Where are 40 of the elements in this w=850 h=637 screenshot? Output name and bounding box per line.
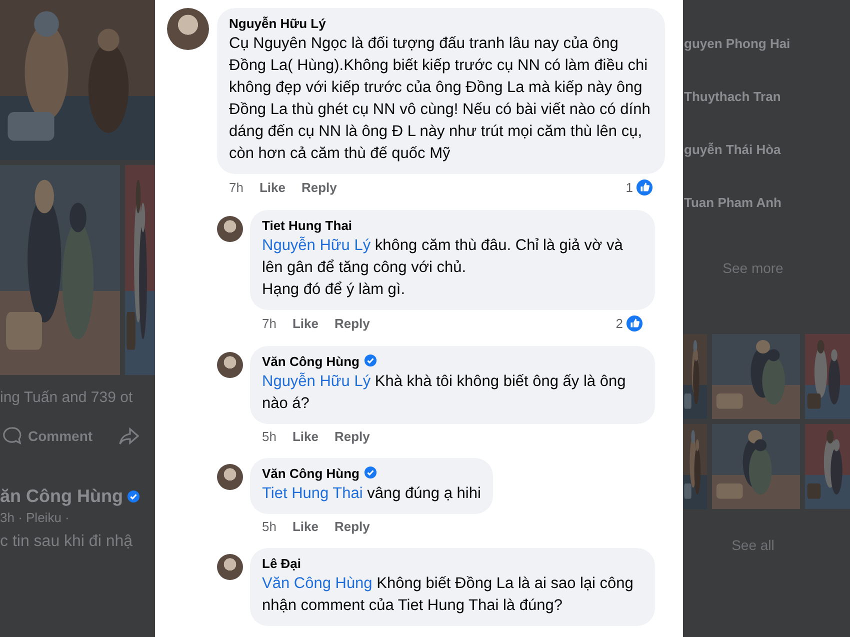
avatar[interactable] bbox=[217, 216, 243, 242]
comment-text: Văn Công Hùng Không biết Đồng La là ai sao lại công nhận comment của Tiet Hung Thai là đúng? bbox=[262, 574, 634, 616]
comment-time[interactable]: 5h bbox=[262, 429, 276, 444]
comment-author[interactable]: Văn Công Hùng bbox=[262, 466, 360, 481]
comment-text: Cụ Nguyên Ngọc là đối tượng đấu tranh lâu nay của ông Đồng La( Hùng).Không biết kiếp trước cụ NN có làm điều chi không đẹp với kiếp trước của ông Đồng La mà kiếp này ông Đồng La thù ghét cụ NN vô cùng! Nếu có bài viết nào có dính dáng đến cụ NN là ông Đ L này như trút mọi căm thù lên cụ, còn hơn cả căm thù đế quốc Mỹ bbox=[229, 34, 652, 164]
comment-time[interactable]: 5h bbox=[262, 519, 276, 534]
comment-icon bbox=[2, 426, 22, 446]
friend-name[interactable]: Tuan Pham Anh bbox=[683, 195, 850, 210]
avatar[interactable] bbox=[217, 554, 243, 580]
like-icon bbox=[626, 315, 643, 332]
comment-text: Nguyễn Hữu Lý không căm thù đâu. Chỉ là giả vờ và lên gân để tăng công với chủ. Hạng đó để ý làm gì. bbox=[262, 236, 624, 300]
reaction-count[interactable]: 1 bbox=[626, 180, 633, 195]
friend-name[interactable]: guyen Phong Hai bbox=[683, 36, 850, 51]
friend-name[interactable]: guyễn Thái Hòa bbox=[683, 142, 850, 157]
reaction-count[interactable]: 2 bbox=[616, 316, 623, 331]
comment-text: Tiet Hung Thai vâng đúng ạ hihi bbox=[262, 484, 481, 504]
like-button[interactable]: Like bbox=[292, 519, 318, 534]
reply-button[interactable]: Reply bbox=[301, 180, 337, 195]
like-button[interactable]: Like bbox=[292, 316, 318, 331]
comment-text: Nguyễn Hữu Lý Khà khà tôi không biết ông ấy là ông nào á? bbox=[262, 372, 627, 414]
reply-button[interactable]: Reply bbox=[334, 429, 370, 444]
post-text: c tin sau khi đi nhậ bbox=[0, 533, 134, 551]
comment-time[interactable]: 7h bbox=[262, 316, 276, 331]
post-meta: 3h · Pleiku · bbox=[0, 510, 70, 525]
avatar[interactable] bbox=[217, 464, 243, 490]
comment-time[interactable]: 7h bbox=[229, 180, 244, 195]
post-author[interactable]: ăn Công Hùng bbox=[0, 486, 123, 507]
share-icon bbox=[118, 427, 139, 445]
like-icon bbox=[636, 179, 653, 196]
comment-author[interactable]: Nguyễn Hữu Lý bbox=[229, 16, 326, 31]
comment-author[interactable]: Lê Đại bbox=[262, 556, 302, 571]
reply-button[interactable]: Reply bbox=[334, 519, 370, 534]
like-button[interactable]: Like bbox=[292, 429, 318, 444]
reply-button[interactable]: Reply bbox=[334, 316, 370, 331]
like-button[interactable]: Like bbox=[259, 180, 286, 195]
avatar[interactable] bbox=[167, 8, 209, 50]
comment-author[interactable]: Tiet Hung Thai bbox=[262, 218, 352, 233]
comment-author[interactable]: Văn Công Hùng bbox=[262, 354, 360, 369]
avatar[interactable] bbox=[217, 352, 243, 378]
friend-name[interactable]: Thuythach Tran bbox=[683, 89, 850, 104]
